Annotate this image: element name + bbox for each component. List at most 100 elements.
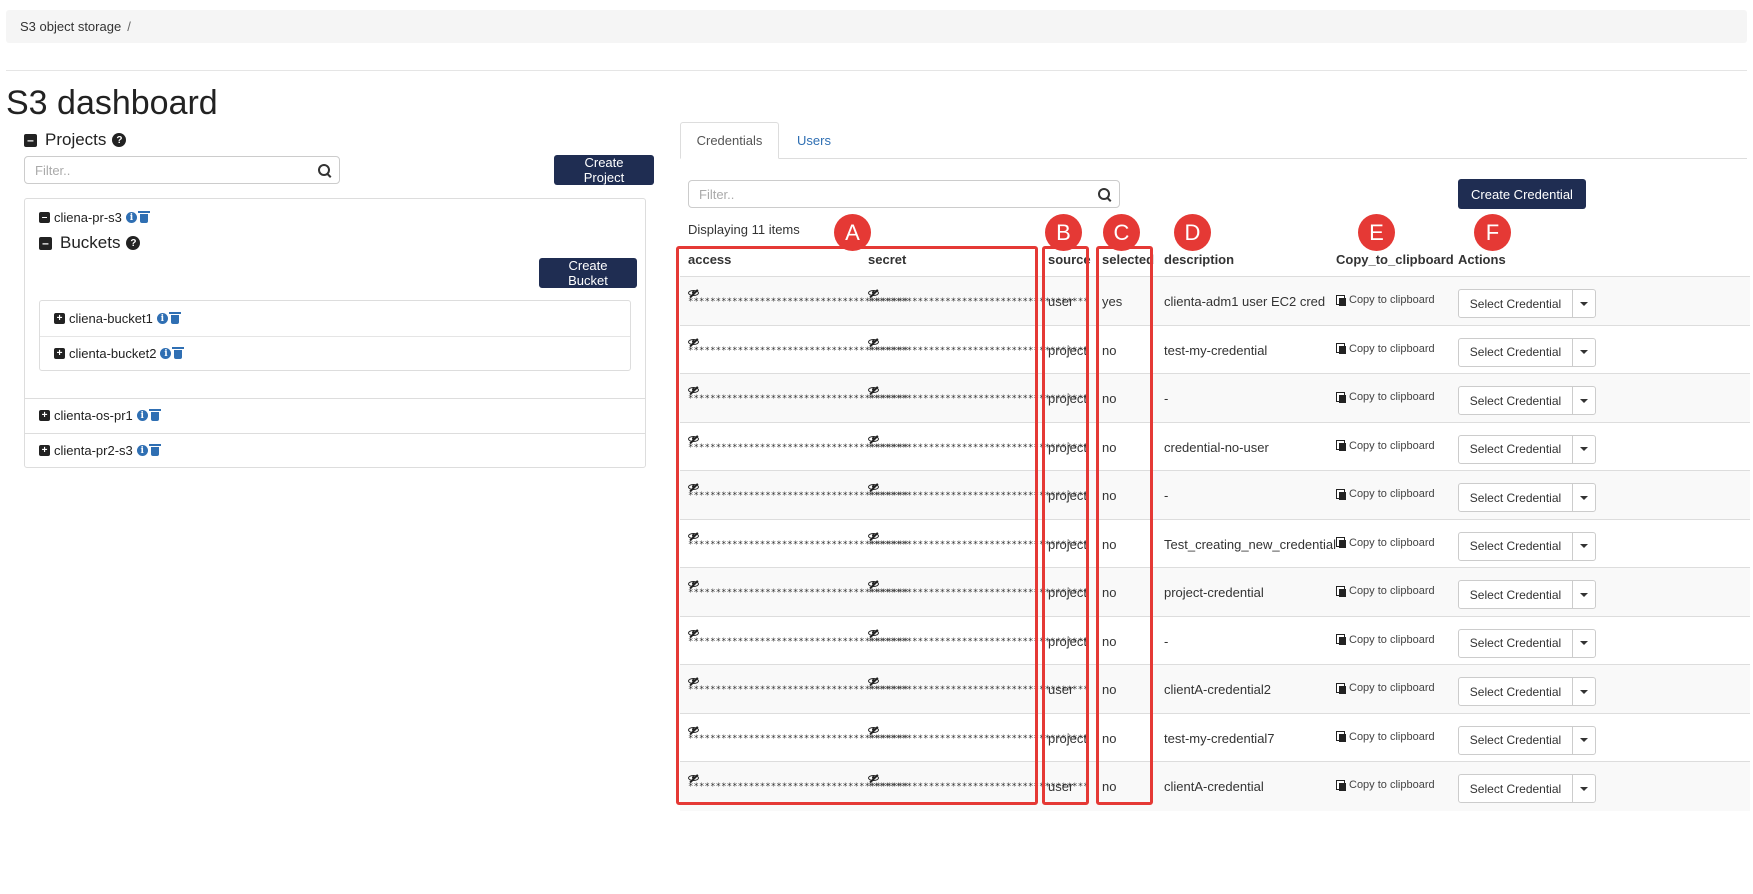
copy-to-clipboard[interactable]: Copy to clipboard bbox=[1336, 585, 1435, 597]
create-credential-button[interactable]: Create Credential bbox=[1458, 179, 1586, 209]
info-icon[interactable]: i bbox=[125, 212, 137, 223]
copy-to-clipboard[interactable]: Copy to clipboard bbox=[1336, 294, 1435, 306]
column-header-selected[interactable]: selected bbox=[1102, 252, 1154, 267]
actions-dropdown-toggle[interactable] bbox=[1573, 775, 1595, 802]
create-bucket-button[interactable]: Create Bucket bbox=[539, 258, 637, 288]
actions-dropdown-toggle[interactable] bbox=[1573, 387, 1595, 414]
copy-label[interactable]: Copy to clipboard bbox=[1349, 440, 1435, 452]
bucket-item[interactable]: + cliena-bucket1 i bbox=[54, 311, 181, 326]
eye-slash-icon[interactable] bbox=[868, 484, 879, 490]
info-icon[interactable]: i bbox=[160, 348, 172, 359]
bucket-name[interactable]: cliena-bucket1 bbox=[69, 311, 153, 326]
expand-icon[interactable]: + bbox=[39, 410, 50, 421]
copy-label[interactable]: Copy to clipboard bbox=[1349, 488, 1435, 500]
project-name[interactable]: cliena-pr-s3 bbox=[54, 210, 122, 225]
actions-dropdown-toggle[interactable] bbox=[1573, 533, 1595, 560]
select-credential-button[interactable]: Select Credential bbox=[1459, 435, 1573, 463]
collapse-icon[interactable]: – bbox=[39, 236, 52, 250]
select-credential-button[interactable]: Select Credential bbox=[1459, 290, 1573, 317]
copy-icon[interactable] bbox=[1336, 779, 1346, 791]
copy-to-clipboard[interactable]: Copy to clipboard bbox=[1336, 682, 1435, 694]
eye-slash-icon[interactable] bbox=[868, 532, 879, 539]
select-credential-button[interactable]: Select Credential bbox=[1459, 484, 1573, 511]
eye-slash-icon[interactable] bbox=[868, 629, 879, 636]
column-header-access[interactable]: access bbox=[688, 252, 731, 267]
info-icon[interactable]: i bbox=[136, 410, 148, 421]
eye-slash-icon[interactable] bbox=[868, 290, 879, 296]
copy-label[interactable]: Copy to clipboard bbox=[1349, 779, 1435, 791]
copy-label[interactable]: Copy to clipboard bbox=[1349, 682, 1435, 694]
copy-label[interactable]: Copy to clipboard bbox=[1349, 343, 1435, 355]
eye-slash-icon[interactable] bbox=[688, 775, 699, 781]
tab-credentials[interactable]: Credentials bbox=[680, 122, 779, 159]
copy-to-clipboard[interactable]: Copy to clipboard bbox=[1336, 634, 1435, 646]
actions-dropdown-toggle[interactable] bbox=[1573, 484, 1595, 511]
select-credential-button[interactable]: Select Credential bbox=[1459, 678, 1573, 705]
breadcrumb-item[interactable]: S3 object storage bbox=[20, 19, 121, 34]
eye-slash-icon[interactable] bbox=[688, 290, 699, 296]
actions-dropdown-toggle[interactable] bbox=[1573, 727, 1595, 754]
copy-label[interactable]: Copy to clipboard bbox=[1349, 391, 1435, 403]
copy-icon[interactable] bbox=[1336, 488, 1346, 500]
actions-dropdown-toggle[interactable] bbox=[1573, 678, 1595, 705]
expand-icon[interactable]: + bbox=[39, 445, 50, 456]
eye-slash-icon[interactable] bbox=[868, 678, 879, 684]
copy-icon[interactable] bbox=[1336, 634, 1346, 645]
select-credential-button[interactable]: Select Credential bbox=[1459, 338, 1573, 366]
actions-dropdown-toggle[interactable] bbox=[1573, 436, 1595, 463]
copy-icon[interactable] bbox=[1336, 343, 1346, 354]
copy-icon[interactable] bbox=[1336, 440, 1346, 451]
column-header-description[interactable]: description bbox=[1164, 252, 1234, 267]
eye-slash-icon[interactable] bbox=[688, 435, 699, 442]
info-icon[interactable]: i bbox=[136, 445, 148, 456]
select-credential-button[interactable]: Select Credential bbox=[1459, 629, 1573, 657]
copy-to-clipboard[interactable]: Copy to clipboard bbox=[1336, 537, 1435, 549]
copy-label[interactable]: Copy to clipboard bbox=[1349, 731, 1435, 743]
collapse-icon[interactable]: – bbox=[24, 133, 37, 147]
eye-slash-icon[interactable] bbox=[688, 581, 699, 587]
trash-icon[interactable] bbox=[168, 312, 181, 324]
select-credential-button[interactable]: Select Credential bbox=[1459, 581, 1573, 608]
eye-slash-icon[interactable] bbox=[688, 678, 699, 684]
expand-icon[interactable]: + bbox=[54, 348, 65, 359]
eye-slash-icon[interactable] bbox=[868, 775, 879, 781]
select-credential-button[interactable]: Select Credential bbox=[1459, 387, 1573, 414]
copy-to-clipboard[interactable]: Copy to clipboard bbox=[1336, 779, 1435, 791]
eye-slash-icon[interactable] bbox=[688, 338, 699, 345]
create-project-button[interactable]: Create Project bbox=[554, 155, 654, 185]
copy-to-clipboard[interactable]: Copy to clipboard bbox=[1336, 731, 1435, 743]
trash-icon[interactable] bbox=[172, 347, 185, 359]
copy-icon[interactable] bbox=[1336, 585, 1346, 597]
info-icon[interactable]: i bbox=[156, 313, 168, 324]
copy-label[interactable]: Copy to clipboard bbox=[1349, 585, 1435, 597]
copy-label[interactable]: Copy to clipboard bbox=[1349, 634, 1435, 646]
copy-icon[interactable] bbox=[1336, 682, 1346, 694]
eye-slash-icon[interactable] bbox=[688, 484, 699, 490]
expand-icon[interactable]: + bbox=[54, 313, 65, 324]
project-item[interactable]: – cliena-pr-s3 i bbox=[39, 210, 150, 225]
copy-icon[interactable] bbox=[1336, 731, 1346, 742]
search-icon[interactable] bbox=[318, 164, 330, 176]
column-header-copy[interactable]: Copy_to_clipboard bbox=[1336, 252, 1454, 267]
select-credential-button[interactable]: Select Credential bbox=[1459, 532, 1573, 560]
bucket-name[interactable]: clienta-bucket2 bbox=[69, 346, 156, 361]
search-icon[interactable] bbox=[1098, 188, 1110, 200]
copy-to-clipboard[interactable]: Copy to clipboard bbox=[1336, 391, 1435, 403]
copy-icon[interactable] bbox=[1336, 294, 1346, 306]
copy-to-clipboard[interactable]: Copy to clipboard bbox=[1336, 440, 1435, 452]
bucket-item[interactable]: + clienta-bucket2 i bbox=[54, 346, 185, 361]
eye-slash-icon[interactable] bbox=[868, 581, 879, 587]
tab-users[interactable]: Users bbox=[779, 122, 849, 158]
select-credential-button[interactable]: Select Credential bbox=[1459, 775, 1573, 802]
credentials-filter-input[interactable] bbox=[689, 181, 1105, 207]
help-icon[interactable]: ? bbox=[126, 236, 141, 250]
collapse-icon[interactable]: – bbox=[39, 212, 50, 223]
actions-dropdown-toggle[interactable] bbox=[1573, 339, 1595, 366]
eye-slash-icon[interactable] bbox=[688, 387, 699, 393]
actions-dropdown-toggle[interactable] bbox=[1573, 630, 1595, 657]
copy-icon[interactable] bbox=[1336, 391, 1346, 403]
eye-slash-icon[interactable] bbox=[688, 629, 699, 636]
projects-filter-input[interactable] bbox=[25, 157, 325, 183]
eye-slash-icon[interactable] bbox=[868, 387, 879, 393]
help-icon[interactable]: ? bbox=[112, 133, 127, 147]
